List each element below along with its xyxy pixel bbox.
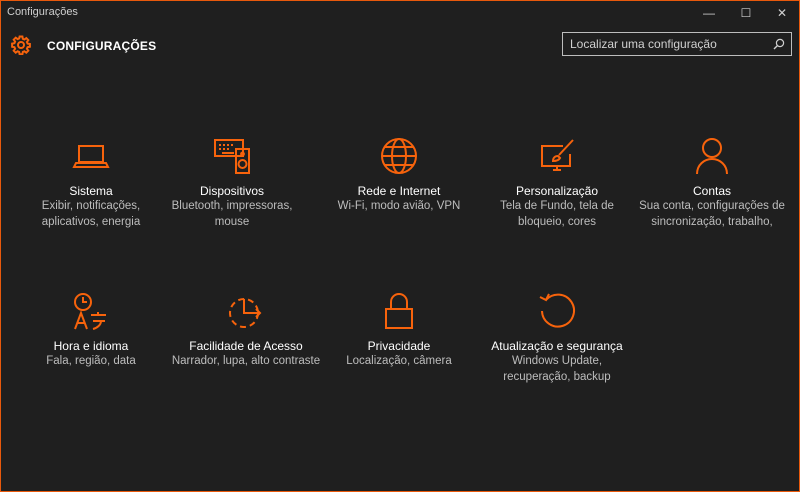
category-description: Exibir, notificações, aplicativos, energ…	[41, 200, 141, 228]
lock-icon	[385, 293, 413, 329]
category-label: Privacidade	[367, 339, 431, 353]
window-title: Configurações	[7, 6, 78, 18]
close-button[interactable]: ✕	[764, 1, 800, 25]
category-facilidade-acesso[interactable]: Facilidade de Acesso Narrador, lupa, alt…	[171, 291, 321, 370]
category-label: Hora e idioma	[53, 339, 129, 353]
category-label: Contas	[692, 184, 732, 198]
minimize-button[interactable]: —	[691, 1, 727, 25]
search-input[interactable]	[563, 33, 763, 55]
category-description: Wi-Fi, modo avião, VPN	[337, 200, 461, 212]
category-atualizacao-seguranca[interactable]: Atualização e segurança Windows Update, …	[482, 291, 632, 385]
category-label: Sistema	[69, 184, 113, 198]
category-label: Atualização e segurança	[491, 339, 623, 353]
category-description: Narrador, lupa, alto contraste	[171, 355, 321, 367]
maximize-button[interactable]: ☐	[728, 1, 764, 25]
category-contas[interactable]: Contas Sua conta, configurações de sincr…	[637, 136, 787, 230]
category-dispositivos[interactable]: Dispositivos Bluetooth, impressoras, mou…	[157, 136, 307, 230]
category-description: Fala, região, data	[46, 355, 136, 367]
page-title: CONFIGURAÇÕES	[47, 39, 157, 53]
category-description: Bluetooth, impressoras, mouse	[171, 200, 293, 228]
category-rede-internet[interactable]: Rede e Internet Wi-Fi, modo avião, VPN	[324, 136, 474, 215]
paint-icon	[541, 139, 574, 171]
category-label: Rede e Internet	[357, 184, 441, 198]
category-sistema[interactable]: Sistema Exibir, notificações, aplicativo…	[16, 136, 166, 230]
category-label: Personalização	[515, 184, 599, 198]
category-hora-idioma[interactable]: Hora e idioma Fala, região, data	[16, 291, 166, 370]
category-description: Sua conta, configurações de sincronizaçã…	[639, 200, 785, 228]
person-icon	[696, 138, 728, 175]
globe-icon	[381, 138, 417, 174]
update-icon	[539, 293, 575, 328]
gear-icon	[11, 35, 31, 55]
search-icon[interactable]	[773, 38, 785, 50]
title-bar[interactable]: Configurações — ☐ ✕	[1, 1, 799, 25]
search-box[interactable]	[562, 32, 792, 56]
category-label: Dispositivos	[199, 184, 265, 198]
category-personalizacao[interactable]: Personalização Tela de Fundo, tela de bl…	[482, 136, 632, 230]
header: CONFIGURAÇÕES	[1, 27, 799, 67]
laptop-icon	[72, 145, 110, 168]
settings-window: Configurações — ☐ ✕ CONFIGURAÇÕES Sistem…	[0, 0, 800, 492]
devices-icon	[214, 139, 250, 174]
category-description: Localização, câmera	[346, 355, 452, 367]
category-label: Facilidade de Acesso	[189, 339, 303, 353]
category-privacidade[interactable]: Privacidade Localização, câmera	[324, 291, 474, 370]
ease-of-access-icon	[229, 298, 262, 328]
time-language-icon	[74, 293, 106, 330]
category-description: Tela de Fundo, tela de bloqueio, cores	[500, 200, 614, 228]
category-description: Windows Update, recuperação, backup	[503, 355, 611, 383]
